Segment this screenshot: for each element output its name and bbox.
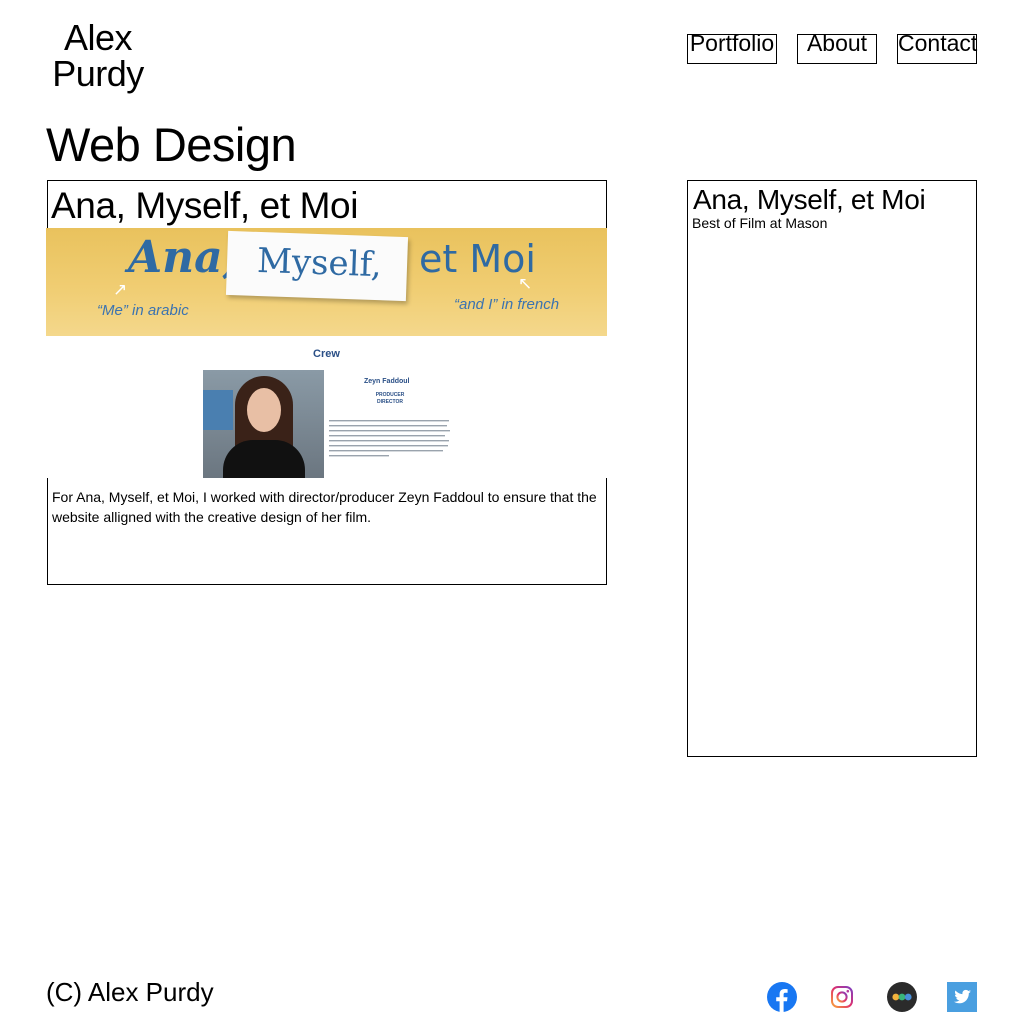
medium-link[interactable] — [887, 982, 917, 1012]
project-description: For Ana, Myself, et Moi, I worked with d… — [52, 489, 597, 525]
photo-body — [223, 440, 305, 478]
crew-member-bio-illegible — [329, 418, 453, 464]
nav-portfolio-button[interactable]: Portfolio — [687, 32, 777, 64]
crew-heading: Crew — [313, 348, 340, 360]
facebook-icon — [767, 982, 797, 1012]
film-banner: Ana, Myself, et Moi ↗ ↖ “Me” in arabic “… — [46, 228, 607, 336]
logo-last-name: Purdy — [52, 53, 144, 94]
banner-note-french: “and I” in french — [454, 296, 560, 313]
medium-icon — [887, 982, 917, 1012]
banner-myself-card: Myself, — [225, 230, 409, 302]
photo-background-monitor — [203, 390, 233, 430]
project-card-title: Ana, Myself, et Moi — [51, 185, 359, 226]
banner-ana-text: Ana, — [128, 232, 238, 283]
project-card[interactable]: Ana, Myself, et Moi Ana, Myself, et Moi … — [46, 180, 607, 585]
page-root: Alex Purdy Portfolio About Contact Web D… — [0, 0, 1024, 1024]
award-panel-title: Ana, Myself, et Moi — [693, 184, 926, 215]
project-screenshot[interactable]: Ana, Myself, et Moi ↗ ↖ “Me” in arabic “… — [46, 228, 607, 478]
facebook-link[interactable] — [767, 982, 797, 1012]
nav-about-button[interactable]: About — [797, 32, 877, 64]
twitter-icon — [947, 982, 977, 1012]
page-title: Web Design — [46, 118, 297, 171]
site-logo[interactable]: Alex Purdy — [46, 20, 150, 92]
award-panel-subtitle: Best of Film at Mason — [692, 215, 828, 231]
nav-contact-button[interactable]: Contact — [897, 32, 977, 64]
instagram-link[interactable] — [827, 982, 857, 1012]
instagram-icon — [831, 986, 853, 1008]
crew-member-role: PRODUCER DIRECTOR — [375, 392, 405, 405]
twitter-link[interactable] — [947, 982, 977, 1012]
bio-text-lines — [329, 420, 450, 457]
copyright-text: (C) Alex Purdy — [46, 977, 214, 1007]
banner-myself-text: Myself, — [256, 240, 383, 286]
crew-member-name: Zeyn Faddoul — [364, 378, 410, 385]
logo-first-name: Alex — [63, 17, 133, 58]
curved-arrow-left-icon: ↗ — [113, 280, 128, 299]
award-panel: Ana, Myself, et Moi Best of Film at Maso… — [687, 180, 977, 757]
crew-member-photo — [203, 370, 324, 478]
curved-arrow-right-icon: ↖ — [518, 274, 533, 293]
photo-face — [247, 388, 281, 432]
banner-note-arabic: “Me” in arabic — [97, 302, 189, 319]
